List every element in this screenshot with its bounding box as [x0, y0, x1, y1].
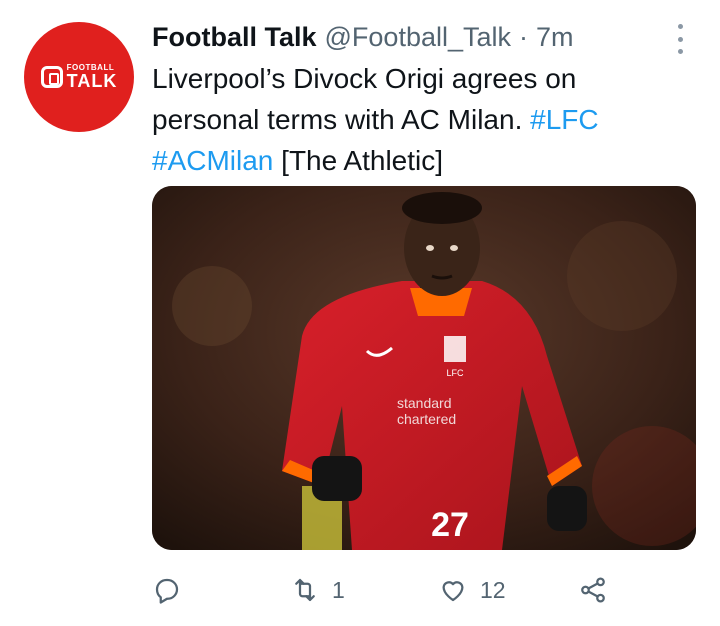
tweet-media-photo[interactable]: LFC standard chartered 27 [152, 186, 696, 550]
reply-icon [155, 578, 179, 604]
sponsor-line1: standard [397, 395, 451, 411]
timestamp[interactable]: 7m [536, 22, 574, 53]
tweet-text: Liverpool’s Divock Origi agrees on perso… [152, 58, 672, 181]
retweet-button[interactable]: 1 [290, 570, 345, 610]
tweet-header: Football Talk @Football_Talk · 7m [152, 20, 700, 54]
player-photo: LFC standard chartered 27 [152, 186, 696, 550]
more-options-icon[interactable] [668, 24, 692, 54]
like-count: 12 [480, 576, 506, 603]
retweet-icon [295, 578, 315, 602]
crest-text: LFC [446, 368, 464, 378]
heart-icon [442, 581, 464, 602]
shirt-number: 27 [431, 506, 469, 544]
user-handle[interactable]: @Football_Talk [325, 22, 512, 53]
like-button[interactable]: 12 [438, 570, 506, 610]
retweet-count: 1 [332, 576, 345, 603]
logo-mark-icon [40, 66, 63, 88]
logo-big-text: TALK [66, 71, 118, 91]
tweet-actions: 1 12 [152, 570, 632, 610]
display-name[interactable]: Football Talk [152, 22, 317, 53]
tweet-body: Liverpool’s Divock Origi agrees on perso… [152, 63, 577, 135]
football-talk-logo: FOOTBALL TALK [40, 64, 118, 91]
hashtag-acmilan[interactable]: #ACMilan [152, 145, 273, 176]
share-icon [581, 577, 605, 603]
reply-button[interactable] [152, 570, 182, 610]
separator-dot: · [519, 21, 529, 52]
tweet-source: [The Athletic] [281, 145, 444, 176]
avatar[interactable]: FOOTBALL TALK [24, 22, 134, 132]
hashtag-lfc[interactable]: #LFC [530, 104, 598, 135]
share-button[interactable] [578, 570, 608, 610]
sponsor-line2: chartered [397, 411, 456, 427]
